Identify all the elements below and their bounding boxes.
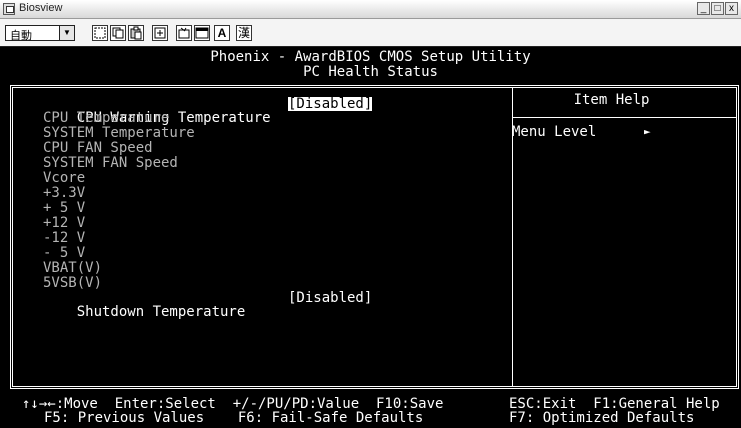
app-icon	[3, 3, 15, 15]
properties-icon[interactable]	[176, 25, 192, 41]
window-titlebar: Biosview _ □ x	[0, 0, 741, 19]
paste-icon[interactable]	[128, 25, 144, 41]
help-separator	[513, 117, 736, 118]
bios-screen: Phoenix - AwardBIOS CMOS Setup Utility P…	[0, 47, 741, 428]
menu-level-label: Menu Level	[512, 124, 597, 140]
window-icon[interactable]	[194, 25, 210, 41]
setting-label: Shutdown Temperature	[76, 304, 246, 320]
setting-cpu-fan-speed: CPU FAN Speed	[43, 140, 153, 156]
font-size-select[interactable]: 自動 ▼	[5, 25, 75, 42]
maximize-button[interactable]: □	[711, 2, 724, 15]
setting-vbat: VBAT(V)	[43, 260, 103, 276]
copy-icon[interactable]	[110, 25, 126, 41]
footer-keys-line2-left: F5: Previous Values F6: Fail-Safe Defaul…	[44, 410, 424, 426]
font-size-select-value: 自動	[10, 30, 32, 42]
item-help-title: Item Help	[573, 92, 650, 108]
toolbar: 自動 ▼ A 漢	[0, 19, 741, 47]
select-area-icon[interactable]	[92, 25, 108, 41]
menu-level-arrow-icon: ►	[644, 125, 651, 138]
footer-keys-line2-right: F7: Optimized Defaults	[509, 410, 695, 426]
window-title: Biosview	[19, 2, 63, 14]
font-button[interactable]: A	[214, 25, 230, 41]
footer-keys-line1-right: ESC:Exit F1:General Help	[509, 396, 720, 412]
setting-5v: + 5 V	[43, 200, 86, 216]
setting-minus-12v: -12 V	[43, 230, 86, 246]
kanji-button[interactable]: 漢	[236, 25, 252, 41]
setting-vcore: Vcore	[43, 170, 86, 186]
setting-12v: +12 V	[43, 215, 86, 231]
footer-keys-line1-left: ↑↓→←:Move Enter:Select +/-/PU/PD:Value F…	[22, 396, 444, 412]
setting-value-shutdown-temperature[interactable]: [Disabled]	[288, 291, 372, 305]
chevron-down-icon[interactable]: ▼	[59, 26, 74, 40]
bios-page-title: PC Health Status	[303, 64, 438, 80]
setting-minus-5v: - 5 V	[43, 245, 86, 261]
close-button[interactable]: x	[725, 2, 738, 15]
fullscreen-icon[interactable]	[152, 25, 168, 41]
setting-cpu-temperature: CPU Temperature	[43, 110, 170, 126]
setting-shutdown-temperature[interactable]: Shutdown Temperature	[43, 291, 246, 333]
minimize-button[interactable]: _	[697, 2, 710, 15]
setting-system-temperature: SYSTEM Temperature	[43, 125, 195, 141]
setting-5vsb: 5VSB(V)	[43, 275, 103, 291]
bios-header-title: Phoenix - AwardBIOS CMOS Setup Utility	[210, 49, 531, 65]
setting-3v3: +3.3V	[43, 185, 86, 201]
setting-value-cpu-warning-temperature[interactable]: [Disabled]	[288, 97, 373, 111]
setting-system-fan-speed: SYSTEM FAN Speed	[43, 155, 178, 171]
